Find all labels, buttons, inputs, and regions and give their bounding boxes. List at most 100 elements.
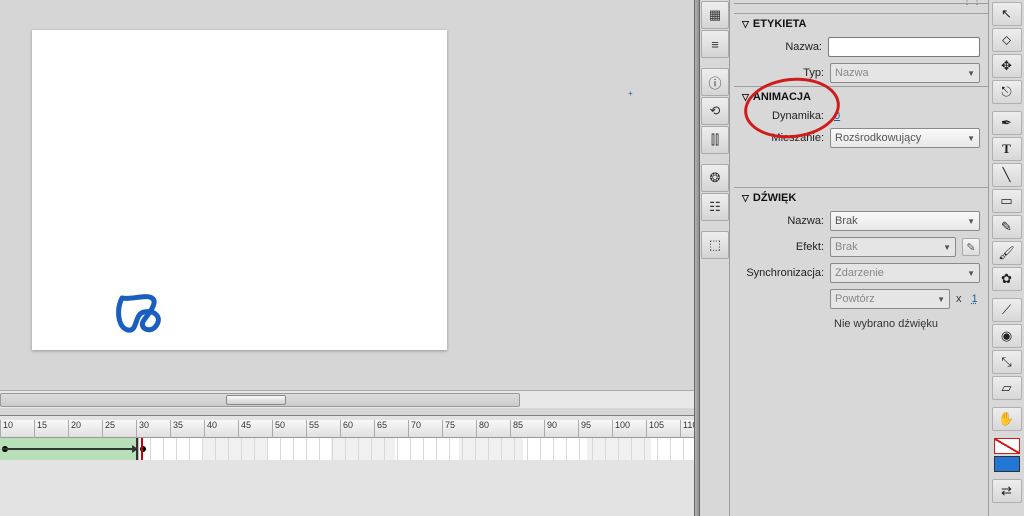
section-title: DŹWIĘK [753, 192, 796, 204]
sound-nazwa-dropdown[interactable]: Brak ▼ [830, 211, 980, 231]
section-title: ANIMACJA [753, 91, 811, 103]
chevron-down-icon: ▼ [967, 134, 975, 143]
tool-subselect[interactable]: ⬦ [992, 28, 1022, 52]
sound-nazwa-label: Nazwa: [742, 215, 824, 227]
efekt-value: Brak [835, 241, 858, 253]
panel-icon-align[interactable]: ▦ [701, 1, 729, 29]
playhead[interactable] [141, 438, 143, 460]
section-etykieta-header[interactable]: ▽ ETYKIETA [734, 13, 988, 34]
canvas-viewport[interactable]: + [0, 0, 695, 415]
horizontal-scrollbar[interactable] [0, 390, 694, 408]
typ-dropdown[interactable]: Nazwa ▼ [830, 63, 980, 83]
ruler-tick[interactable]: 65 [374, 420, 387, 438]
tool-hand[interactable]: ✋ [992, 407, 1022, 431]
ruler-tick[interactable]: 95 [578, 420, 591, 438]
scrollbar-track[interactable] [0, 393, 520, 407]
nazwa-label: Nazwa: [742, 41, 822, 53]
section-title: ETYKIETA [753, 18, 807, 30]
pencil-icon[interactable]: ✎ [962, 238, 980, 256]
chevron-down-icon: ▽ [742, 19, 749, 30]
panel-icon-info[interactable]: ≡ [701, 30, 729, 58]
sync-label: Synchronizacja: [742, 267, 824, 279]
tool-bone[interactable]: ⟋ [992, 298, 1022, 322]
section-dzwiek-header[interactable]: ▽ DŹWIĘK [734, 187, 988, 208]
panel-icon-history[interactable]: ⟲ [701, 97, 729, 125]
ruler-tick[interactable]: 80 [476, 420, 489, 438]
tool-rectangle[interactable]: ▭ [992, 189, 1022, 213]
chevron-down-icon: ▼ [967, 217, 975, 226]
frame-grid [138, 438, 740, 460]
ruler-tick[interactable]: 45 [238, 420, 251, 438]
panel-iconbar: ▦ ≡ ⓘ ⟲ ⫿⫿ ❂ ☷ ⬚ [700, 0, 730, 516]
timeline-ruler[interactable]: 10 15 20 25 30 35 40 45 50 55 60 65 70 7… [0, 420, 740, 438]
fill-color-swatch[interactable] [994, 456, 1020, 472]
chevron-down-icon: ▼ [937, 295, 945, 304]
ruler-tick[interactable]: 20 [68, 420, 81, 438]
tool-paint-bucket[interactable]: ◉ [992, 324, 1022, 348]
ruler-tick[interactable]: 10 [0, 420, 13, 438]
tool-swap-colors[interactable]: ⇄ [992, 479, 1022, 503]
dynamika-label: Dynamika: [742, 110, 824, 122]
timeline-track[interactable] [0, 438, 740, 460]
stage[interactable] [32, 30, 447, 350]
efekt-dropdown[interactable]: Brak ▼ [830, 237, 956, 257]
tool-free-transform[interactable]: ✥ [992, 54, 1022, 78]
ruler-tick[interactable]: 55 [306, 420, 319, 438]
properties-panel: ⋮⋮ ▽ ETYKIETA Nazwa: Typ: Nazwa ▼ ▽ ANIM… [730, 0, 988, 516]
panel-icon-swatches[interactable]: ☷ [701, 193, 729, 221]
sound-message: Nie wybrano dźwięku [734, 312, 988, 336]
nazwa-input[interactable] [828, 37, 980, 57]
repeat-count[interactable]: 1 [968, 293, 978, 305]
stroke-color-swatch[interactable] [994, 438, 1020, 454]
tool-selection[interactable]: ↖ [992, 2, 1022, 26]
ruler-tick[interactable]: 25 [102, 420, 115, 438]
chevron-down-icon: ▽ [742, 92, 749, 103]
ruler-tick[interactable]: 30 [136, 420, 149, 438]
tool-brush[interactable]: 🖌 [992, 241, 1022, 265]
sync-dropdown[interactable]: Zdarzenie ▼ [830, 263, 980, 283]
tween-arrow-icon [2, 448, 136, 450]
ruler-tick[interactable]: 40 [204, 420, 217, 438]
tool-deco[interactable]: ✿ [992, 267, 1022, 291]
tool-eyedropper[interactable]: ⤡ [992, 350, 1022, 374]
panel-icon-library[interactable]: ⫿⫿ [701, 126, 729, 154]
tool-lasso[interactable]: ⎋ [992, 80, 1022, 104]
registration-point-icon: + [628, 89, 634, 95]
tool-pen[interactable]: ✒ [992, 111, 1022, 135]
chevron-down-icon: ▽ [742, 193, 749, 204]
tool-pencil[interactable]: ✎ [992, 215, 1022, 239]
timeline-panel[interactable]: 10 15 20 25 30 35 40 45 50 55 60 65 70 7… [0, 415, 740, 516]
chevron-down-icon: ▼ [967, 269, 975, 278]
ruler-tick[interactable]: 70 [408, 420, 421, 438]
section-animacja-header[interactable]: ▽ ANIMACJA [734, 86, 988, 107]
panel-icon-transform[interactable]: ⓘ [701, 68, 729, 96]
tween-span[interactable] [0, 438, 138, 460]
panel-icon-properties[interactable]: ⬚ [701, 231, 729, 259]
ruler-tick[interactable]: 100 [612, 420, 630, 438]
dynamika-value[interactable]: 0 [830, 110, 840, 122]
ruler-tick[interactable]: 85 [510, 420, 523, 438]
tool-text[interactable]: T [992, 137, 1022, 161]
sound-nazwa-value: Brak [835, 215, 858, 227]
mult-label: x [956, 293, 962, 305]
repeat-dropdown[interactable]: Powtórz ▼ [830, 289, 950, 309]
mieszanie-dropdown[interactable]: Rozśrodkowujący ▼ [830, 128, 980, 148]
ruler-tick[interactable]: 90 [544, 420, 557, 438]
ruler-tick[interactable]: 105 [646, 420, 664, 438]
panel-icon-color[interactable]: ❂ [701, 164, 729, 192]
tool-eraser[interactable]: ▱ [992, 376, 1022, 400]
efekt-label: Efekt: [742, 241, 824, 253]
tools-toolbar: ↖ ⬦ ✥ ⎋ ✒ T ╲ ▭ ✎ 🖌 ✿ ⟋ ◉ ⤡ ▱ ✋ ⇄ [988, 0, 1024, 516]
ruler-tick[interactable]: 75 [442, 420, 455, 438]
ruler-tick[interactable]: 50 [272, 420, 285, 438]
chevron-down-icon: ▼ [943, 243, 951, 252]
mieszanie-label: Mieszanie: [742, 132, 824, 144]
ruler-tick[interactable]: 35 [170, 420, 183, 438]
ruler-tick[interactable]: 60 [340, 420, 353, 438]
drawn-stroke[interactable] [114, 292, 170, 341]
scrollbar-thumb[interactable] [226, 395, 286, 405]
panel-grip-icon[interactable]: ⋮⋮ [962, 0, 982, 7]
chevron-down-icon: ▼ [967, 69, 975, 78]
ruler-tick[interactable]: 15 [34, 420, 47, 438]
tool-line[interactable]: ╲ [992, 163, 1022, 187]
